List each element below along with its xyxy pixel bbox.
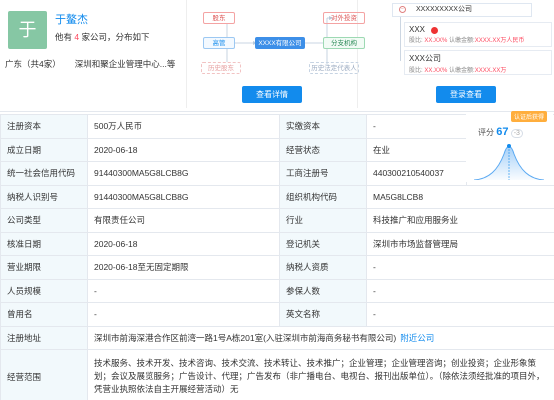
table-row: 纳税人识别号 91440300MA5G8LCB8G 组织机构代码 MA5G8LC… <box>0 184 554 209</box>
shareholder-preview-card: − XXXXXXXXX公司 XXX 股比: XX.XX% 认缴金额:XXXX.X… <box>380 0 552 108</box>
label-paid-capital: 实缴资本 <box>279 114 367 139</box>
node-investment: 对外投资 <box>323 12 365 24</box>
location-label: 广东（共4家） <box>5 59 61 69</box>
row1-ratio: XX.XX% <box>424 38 448 44</box>
equity-graph-card: 股东 高管 历史股东 XXXX有限公司 对外投资 分支机构 历史法定代表人 查看… <box>186 0 365 108</box>
node-center-company: XXXX有限公司 <box>255 37 305 49</box>
row1-capital-label: 认缴金额: <box>449 38 475 44</box>
table-row: 经营范围 技术服务、技术开发、技术咨询、技术交流、技术转让、技术推广；企业管理；… <box>0 349 554 400</box>
score-label: 评分 <box>478 128 494 137</box>
label-reg-capital: 注册资本 <box>0 114 88 139</box>
value-address: 深圳市前海深港合作区前湾一路1号A栋201室(入驻深圳市前海商务秘书有限公司) <box>94 332 397 343</box>
score-delta: -3 <box>510 129 523 138</box>
row2-capital: XXXX.XX万 <box>474 68 507 74</box>
label-reg-no: 工商注册号 <box>279 161 367 186</box>
value-authority: 深圳市市场监督管理局 <box>366 231 554 256</box>
location-row: 广东（共4家） 深圳和聚企业管理中心...等 <box>5 58 175 70</box>
minus-circle-icon: − <box>399 5 406 13</box>
view-details-button[interactable]: 查看详情 <box>242 86 302 103</box>
label-org-code: 组织机构代码 <box>279 184 367 209</box>
score-marker-dot <box>507 144 511 148</box>
preview-shareholder-row-1: XXX 股比: XX.XX% 认缴金额:XXXX.XX万人民币 <box>404 22 552 47</box>
label-taxpayer: 纳税人资质 <box>279 255 367 280</box>
table-row: 注册地址 深圳市前海深港合作区前湾一路1号A栋201室(入驻深圳市前海商务秘书有… <box>0 325 554 350</box>
node-branch: 分支机构 <box>323 37 365 49</box>
company-list-link[interactable]: 深圳和聚企业管理中心...等 <box>75 59 176 69</box>
value-type: 有限责任公司 <box>87 208 280 233</box>
label-authority: 登记机关 <box>279 231 367 256</box>
label-type: 公司类型 <box>0 208 88 233</box>
score-widget[interactable]: 认证后获得 评分 67 -3 <box>466 111 553 182</box>
label-scope: 经营范围 <box>0 349 88 400</box>
table-row: 曾用名 - 英文名称 - <box>0 302 554 327</box>
value-reg-capital: 500万人民币 <box>87 114 280 139</box>
row2-prefix: 股比: <box>409 68 425 74</box>
value-tax-id: 91440300MA5G8LCB8G <box>87 184 280 209</box>
certify-badge[interactable]: 认证后获得 <box>510 111 547 122</box>
score-value: 67 <box>496 126 509 138</box>
score-distribution-chart <box>474 144 544 180</box>
label-insured: 参保人数 <box>279 278 367 303</box>
company-count: 4 <box>74 32 80 42</box>
login-view-button[interactable]: 登录查看 <box>436 86 496 103</box>
value-approve-date: 2020-06-18 <box>87 231 280 256</box>
label-staff: 人员规模 <box>0 278 88 303</box>
avatar: 于 <box>8 11 47 49</box>
value-reg-no: 440300210540037 <box>366 161 467 186</box>
row2-capital-label: 认缴金额: <box>449 68 475 74</box>
value-credit-code: 91440300MA5G8LCB8G <box>87 161 280 186</box>
value-taxpayer: - <box>366 255 554 280</box>
label-industry: 行业 <box>279 208 367 233</box>
preview-company-box: − XXXXXXXXX公司 <box>392 3 532 17</box>
label-status: 经营状态 <box>279 137 367 162</box>
value-industry: 科技推广和应用服务业 <box>366 208 554 233</box>
label-period: 营业期限 <box>0 255 88 280</box>
company-count-prefix: 他有 <box>55 32 73 42</box>
row2-name: XXX公司 <box>409 54 442 63</box>
row2-ratio: XX.XX% <box>424 68 448 74</box>
preview-company-name: XXXXXXXXX公司 <box>415 6 472 13</box>
node-shareholder: 股东 <box>203 12 235 24</box>
score-line: 评分 67 -3 <box>478 126 523 138</box>
value-org-code: MA5G8LCB8 <box>366 184 554 209</box>
value-english-name: - <box>366 302 554 327</box>
row1-prefix: 股比: <box>409 38 425 44</box>
tree-line <box>400 17 401 61</box>
value-est-date: 2020-06-18 <box>87 137 280 162</box>
label-address: 注册地址 <box>0 325 88 350</box>
label-est-date: 成立日期 <box>0 137 88 162</box>
node-manager: 高管 <box>203 37 235 49</box>
value-insured: - <box>366 278 554 303</box>
company-count-text: 他有 4 家公司，分布如下 <box>55 31 150 43</box>
table-row: 营业期限 2020-06-18至无固定期限 纳税人资质 - <box>0 255 554 280</box>
label-approve-date: 核准日期 <box>0 231 88 256</box>
label-tax-id: 纳税人识别号 <box>0 184 88 209</box>
nearby-companies-link[interactable]: 附近公司 <box>400 333 434 343</box>
company-count-suffix: 家公司，分布如下 <box>81 32 150 42</box>
red-dot-icon <box>430 26 438 34</box>
table-row: 人员规模 - 参保人数 - <box>0 278 554 303</box>
row1-capital: XXXX.XX万人民币 <box>474 38 525 44</box>
value-address-cell: 深圳市前海深港合作区前湾一路1号A栋201室(入驻深圳市前海商务秘书有限公司) 附… <box>87 325 554 350</box>
value-paid-capital: - <box>366 114 467 139</box>
value-period: 2020-06-18至无固定期限 <box>87 255 280 280</box>
label-credit-code: 统一社会信用代码 <box>0 161 88 186</box>
person-name-link[interactable]: 于鳌杰 <box>55 11 88 27</box>
row1-name: XXX <box>409 25 426 34</box>
value-former-name: - <box>87 302 280 327</box>
table-row: 公司类型 有限责任公司 行业 科技推广和应用服务业 <box>0 208 554 233</box>
value-staff: - <box>87 278 280 303</box>
node-history-shareholder: 历史股东 <box>201 62 241 74</box>
node-history-legal: 历史法定代表人 <box>309 62 359 74</box>
value-scope: 技术服务、技术开发、技术咨询、技术交流、技术转让、技术推广；企业管理；企业管理咨… <box>87 349 554 400</box>
value-status: 在业 <box>366 137 467 162</box>
label-former-name: 曾用名 <box>0 302 88 327</box>
preview-shareholder-row-2: XXX公司 股比: XX.XX% 认缴金额:XXXX.XX万 <box>404 50 552 75</box>
top-panel: 于 于鳌杰 他有 4 家公司，分布如下 广东（共4家） 深圳和聚企业管理中心...… <box>0 0 554 112</box>
label-english-name: 英文名称 <box>279 302 367 327</box>
table-row: 核准日期 2020-06-18 登记机关 深圳市市场监督管理局 <box>0 231 554 256</box>
